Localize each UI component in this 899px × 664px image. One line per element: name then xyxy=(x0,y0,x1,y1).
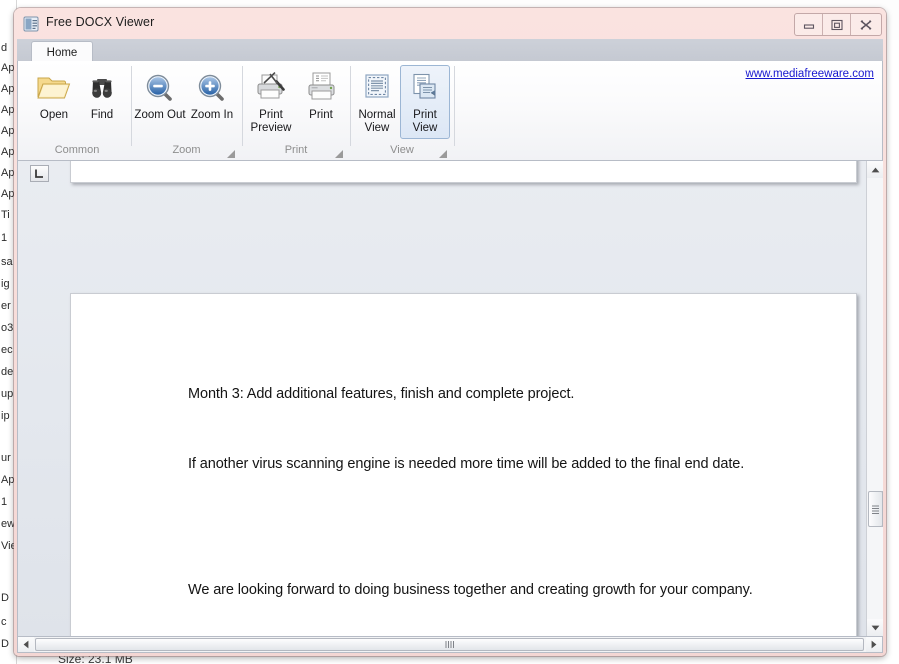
print-preview-button[interactable]: Print Preview xyxy=(244,65,298,139)
ribbon-group-zoom: Zoom Out xyxy=(133,61,240,159)
ribbon-body: www.mediafreeware.com Open xyxy=(17,61,883,161)
bg-text-fragment: sa xyxy=(1,256,13,268)
window-controls xyxy=(794,13,882,36)
scroll-up-icon[interactable] xyxy=(867,161,883,178)
grip-icon xyxy=(872,505,879,514)
bg-text-fragment: 1 xyxy=(1,496,7,508)
ribbon: Home www.mediafreeware.com Open xyxy=(17,39,883,161)
zoom-in-button[interactable]: Zoom In xyxy=(185,65,239,139)
ribbon-tab-strip: Home xyxy=(17,39,883,61)
find-button-label: Find xyxy=(91,109,113,122)
print-view-button-label: Print View xyxy=(413,109,438,135)
ribbon-group-divider xyxy=(131,66,132,146)
document-paragraph: We are looking forward to doing business… xyxy=(188,580,778,601)
vertical-scrollbar-track[interactable] xyxy=(867,178,883,491)
bg-text-fragment: up xyxy=(1,388,13,400)
bg-text-fragment: ec xyxy=(1,344,13,356)
ribbon-group-view-label: View xyxy=(352,144,452,156)
ribbon-group-view: Normal View Print View xyxy=(352,61,452,159)
print-button[interactable]: Print xyxy=(294,65,348,139)
ribbon-group-common: Open xyxy=(22,61,132,159)
bg-text-fragment: Ap xyxy=(1,167,14,179)
open-button-label: Open xyxy=(40,109,68,122)
magnifier-minus-icon xyxy=(143,68,177,106)
ribbon-group-print-label: Print xyxy=(244,144,348,156)
horizontal-scrollbar[interactable] xyxy=(17,636,883,653)
print-dialog-launcher-icon[interactable] xyxy=(335,146,344,155)
bg-text-fragment: Ap xyxy=(1,125,14,137)
ribbon-group-divider xyxy=(242,66,243,146)
document-canvas[interactable]: — , Month 3: Add additional features, fi… xyxy=(17,161,866,636)
bg-text-fragment: 1 xyxy=(1,232,7,244)
bg-text-fragment: d xyxy=(1,42,7,54)
document-page-current: Month 3: Add additional features, finish… xyxy=(70,293,857,636)
left-tab-stop-icon xyxy=(34,168,45,179)
vertical-scrollbar[interactable] xyxy=(866,161,883,636)
vertical-scrollbar-thumb[interactable] xyxy=(868,491,883,527)
bg-text-fragment: de xyxy=(1,366,13,378)
zoom-out-button[interactable]: Zoom Out xyxy=(133,65,187,139)
vertical-scrollbar-track[interactable] xyxy=(867,527,883,619)
open-folder-icon xyxy=(36,68,72,106)
normal-view-button[interactable]: Normal View xyxy=(352,65,402,139)
bg-text-fragment: Ap xyxy=(1,62,14,74)
bg-text-fragment: ew xyxy=(1,518,15,530)
bg-text-fragment: Ap xyxy=(1,474,14,486)
tab-home[interactable]: Home xyxy=(31,41,93,63)
bg-text-fragment: er xyxy=(1,300,11,312)
tab-stop-selector-button[interactable] xyxy=(30,165,49,182)
window-title: Free DOCX Viewer xyxy=(46,15,154,29)
print-preview-button-label: Print Preview xyxy=(251,109,292,135)
bg-text-fragment: Ap xyxy=(1,83,14,95)
restore-icon[interactable] xyxy=(823,14,851,35)
ribbon-group-divider xyxy=(350,66,351,146)
document-paragraph: If another virus scanning engine is need… xyxy=(188,454,773,475)
ribbon-group-common-label: Common xyxy=(22,144,132,156)
bg-text-fragment: Ap xyxy=(1,188,14,200)
scroll-left-icon[interactable] xyxy=(18,637,34,652)
print-button-label: Print xyxy=(309,109,333,122)
print-preview-icon xyxy=(253,68,289,106)
normal-view-icon xyxy=(361,68,393,106)
print-view-icon xyxy=(409,68,441,106)
bg-text-fragment: D xyxy=(1,592,9,604)
document-page-previous: — , xyxy=(70,161,857,183)
bg-text-fragment: o3 xyxy=(1,322,13,334)
grip-icon xyxy=(445,641,454,648)
scroll-down-icon[interactable] xyxy=(867,619,883,636)
bg-text-fragment: D xyxy=(1,638,9,650)
magnifier-plus-icon xyxy=(195,68,229,106)
find-button[interactable]: Find xyxy=(74,65,130,139)
binoculars-icon xyxy=(84,68,120,106)
view-dialog-launcher-icon[interactable] xyxy=(439,146,448,155)
normal-view-button-label: Normal View xyxy=(358,109,395,135)
bg-text-fragment: c xyxy=(1,616,7,628)
close-icon[interactable] xyxy=(851,14,881,35)
title-bar[interactable]: Free DOCX Viewer xyxy=(14,8,886,39)
minimize-icon[interactable] xyxy=(795,14,823,35)
bg-text-fragment: Ti xyxy=(1,209,10,221)
zoom-dialog-launcher-icon[interactable] xyxy=(227,146,236,155)
bg-text-fragment: Ap xyxy=(1,146,14,158)
ribbon-group-divider xyxy=(454,66,455,146)
bg-text-fragment: ur xyxy=(1,452,11,464)
bg-text-fragment: Ap xyxy=(1,104,14,116)
scroll-right-icon[interactable] xyxy=(866,637,882,652)
ribbon-group-print: Print Preview Print xyxy=(244,61,348,159)
website-link[interactable]: www.mediafreeware.com xyxy=(746,68,874,80)
bg-text-fragment: ig xyxy=(1,278,10,290)
document-paragraph: Month 3: Add additional features, finish… xyxy=(188,384,788,405)
ribbon-group-zoom-label: Zoom xyxy=(133,144,240,156)
print-view-button[interactable]: Print View xyxy=(400,65,450,139)
zoom-out-button-label: Zoom Out xyxy=(134,109,185,122)
zoom-in-button-label: Zoom In xyxy=(191,109,233,122)
application-window: Free DOCX Viewer xyxy=(14,8,886,656)
document-app-icon xyxy=(23,16,39,32)
horizontal-scrollbar-thumb[interactable] xyxy=(35,638,864,651)
bg-text-fragment: ip xyxy=(1,410,10,422)
printer-icon xyxy=(303,68,339,106)
